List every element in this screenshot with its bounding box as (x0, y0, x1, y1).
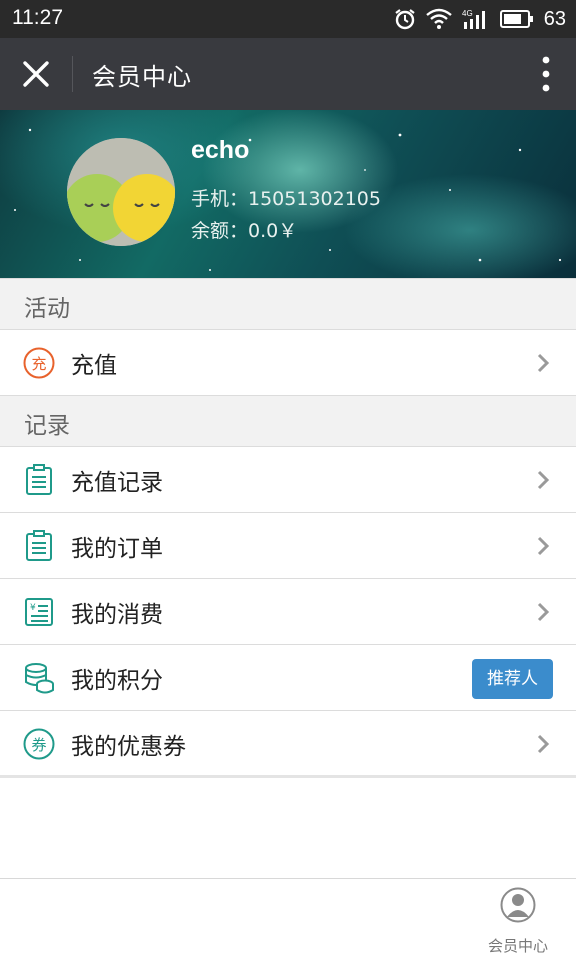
menu-row-my-orders[interactable]: 我的订单 (0, 513, 576, 579)
avatar[interactable] (67, 138, 175, 246)
menu-row-recharge-records[interactable]: 充值记录 (0, 447, 576, 513)
wifi-icon (425, 8, 452, 29)
clipboard-icon (26, 530, 52, 561)
alarm-icon (395, 9, 415, 30)
title-bar: 会员中心 (0, 38, 576, 110)
profile-banner: echo 手机：15051302105 余额：0.0￥ (0, 110, 576, 278)
user-name: echo (191, 136, 250, 164)
status-icons: 4G 63 (394, 6, 566, 32)
user-avatar-icon (500, 887, 536, 923)
page-title: 会员中心 (92, 63, 192, 91)
svg-text:¥: ¥ (30, 603, 36, 613)
section-header-activity: 活动 (0, 278, 576, 330)
menu-row-recharge[interactable]: 充 充值 (0, 330, 576, 396)
title-divider (72, 56, 73, 92)
svg-text:券: 券 (31, 736, 46, 754)
svg-text:充: 充 (31, 355, 46, 373)
referrer-button[interactable]: 推荐人 (472, 659, 553, 699)
tab-member-center[interactable]: 会员中心 (478, 885, 558, 957)
section-header-records: 记录 (0, 395, 576, 447)
receipt-yen-icon: ¥ (25, 598, 53, 626)
menu-label: 我的订单 (71, 536, 163, 562)
bottom-tab-bar: 会员中心 (0, 878, 576, 960)
signal-4g-icon: 4G (462, 9, 485, 29)
status-bar: 11:27 4G 63 (0, 0, 576, 38)
chevron-right-icon (537, 353, 550, 373)
section-title-activity: 活动 (24, 296, 70, 322)
coins-stack-icon (25, 663, 54, 694)
coupon-circle-icon: 券 (23, 728, 55, 760)
menu-row-my-points[interactable]: 我的积分 推荐人 (0, 645, 576, 711)
section-title-records: 记录 (24, 413, 70, 439)
avatar-image (67, 138, 175, 246)
menu-label: 我的消费 (71, 602, 163, 628)
battery-level: 63 (543, 7, 566, 30)
menu-row-my-spending[interactable]: ¥ 我的消费 (0, 579, 576, 645)
chevron-right-icon (537, 602, 550, 622)
menu-label: 我的优惠券 (71, 734, 186, 760)
more-menu-icon[interactable] (542, 56, 550, 92)
user-phone: 手机：15051302105 (191, 188, 381, 210)
tab-label: 会员中心 (487, 937, 548, 955)
close-icon[interactable] (20, 58, 52, 90)
chevron-right-icon (537, 536, 550, 556)
status-time: 11:27 (12, 6, 63, 29)
chevron-right-icon (537, 734, 550, 754)
menu-label: 充值 (71, 353, 117, 379)
menu-row-my-coupons[interactable]: 券 我的优惠券 (0, 711, 576, 777)
menu-label: 我的积分 (71, 668, 163, 694)
chevron-right-icon (537, 470, 550, 490)
user-balance: 余额：0.0￥ (191, 220, 298, 242)
svg-text:4G: 4G (462, 9, 473, 18)
list-bottom-divider (0, 775, 576, 778)
menu-label: 充值记录 (71, 470, 163, 496)
battery-icon (499, 10, 533, 28)
clipboard-icon (26, 464, 52, 495)
recharge-circle-icon: 充 (23, 347, 55, 379)
